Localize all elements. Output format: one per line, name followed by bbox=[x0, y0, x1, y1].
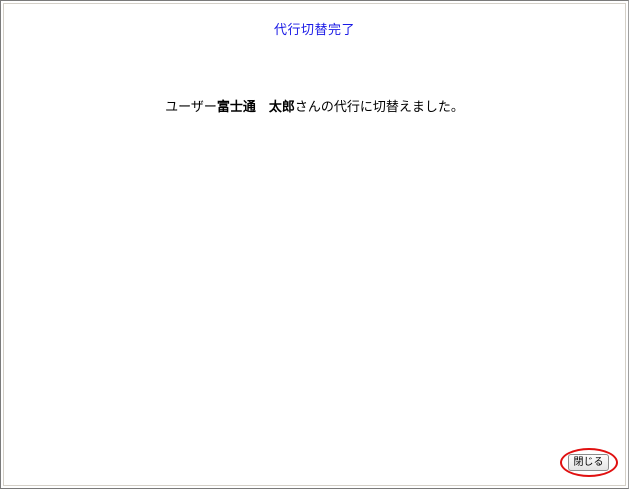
dialog-content bbox=[3, 3, 626, 486]
message-suffix: さんの代行に切替えました。 bbox=[294, 100, 464, 115]
message-prefix: ユーザー bbox=[165, 100, 217, 115]
page-title: 代行切替完了 bbox=[273, 23, 355, 38]
completion-message: ユーザー富士通 太郎さんの代行に切替えました。 bbox=[0, 96, 629, 115]
user-name: 富士通 太郎 bbox=[216, 100, 295, 115]
dialog-frame bbox=[0, 0, 629, 489]
close-button[interactable]: 閉じる bbox=[568, 454, 609, 471]
